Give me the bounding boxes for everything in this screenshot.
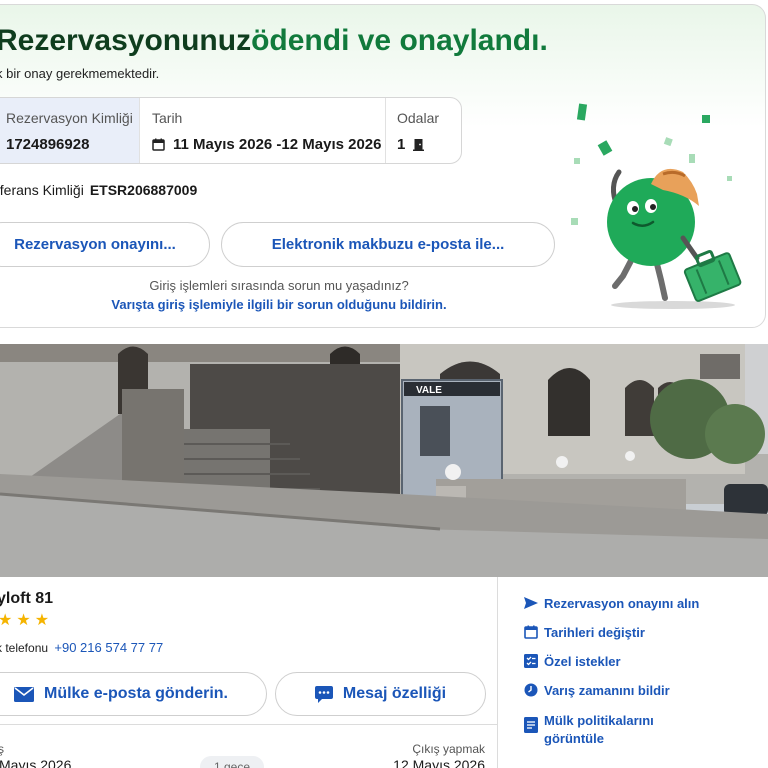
calendar-icon bbox=[524, 625, 538, 639]
email-property-button[interactable]: Mülke e-posta gönderin. bbox=[0, 672, 267, 716]
document-icon bbox=[524, 717, 538, 733]
checkout-date: 12 Mayıs 2026 bbox=[393, 757, 485, 768]
checkin-help-question: Giriş işlemleri sırasında sorun mu yaşad… bbox=[149, 278, 409, 293]
rooms-label: Odalar bbox=[397, 110, 440, 126]
side-arrival-time-label: Varış zamanını bildir bbox=[544, 683, 670, 698]
side-arrival-time[interactable]: Varış zamanını bildir bbox=[524, 682, 754, 700]
reservation-summary: Rezervasyon Kimliği 1724896928 Tarih 11 … bbox=[0, 97, 462, 164]
side-change-dates[interactable]: Tarihleri değiştir bbox=[524, 624, 754, 642]
confirmation-headline: Rezervasyonunuzödendi ve onaylandı. bbox=[0, 24, 548, 58]
chat-bubble-icon bbox=[314, 685, 333, 703]
reference-row: eferans Kimliği ETSR206887009 bbox=[0, 182, 197, 198]
date-cell: Tarih 11 Mayıs 2026 -12 Mayıs 2026 bbox=[139, 98, 385, 163]
phone-number-link[interactable]: +90 216 574 77 77 bbox=[54, 640, 163, 655]
door-icon bbox=[413, 139, 425, 151]
rooms-cell: Odalar 1 bbox=[385, 98, 461, 163]
reservation-id-value: 1724896928 bbox=[6, 136, 90, 153]
reservation-id-cell: Rezervasyon Kimliği 1724896928 bbox=[0, 98, 139, 163]
get-confirmation-button[interactable]: Rezervasyon onayını... bbox=[0, 222, 210, 267]
envelope-icon bbox=[13, 686, 34, 702]
date-value: 11 Mayıs 2026 -12 Mayıs 2026 bbox=[173, 136, 382, 153]
message-label: Mesaj özelliği bbox=[342, 685, 447, 702]
side-get-confirmation[interactable]: Rezervasyon onayını alın bbox=[524, 595, 754, 613]
send-icon bbox=[524, 597, 538, 609]
side-special-requests-label: Özel istekler bbox=[544, 654, 621, 669]
checkout-label: Çıkış yapmak bbox=[412, 742, 485, 756]
headline-part-2: ödendi ve onaylandı. bbox=[251, 24, 548, 57]
report-checkin-issue-link[interactable]: Varışta giriş işlemiyle ilgili bir sorun… bbox=[0, 297, 558, 312]
side-policies-label: Mülk politikalarını görüntüle bbox=[544, 713, 654, 746]
hotel-photo: VALE bbox=[0, 344, 768, 577]
divider bbox=[0, 724, 497, 725]
side-special-requests[interactable]: Özel istekler bbox=[524, 653, 754, 671]
phone-row: k telefonu +90 216 574 77 77 bbox=[0, 640, 163, 655]
column-divider bbox=[497, 577, 498, 768]
reservation-id-label: Rezervasyon Kimliği bbox=[6, 110, 133, 126]
headline-part-1: Rezervasyonunuz bbox=[0, 24, 252, 57]
side-get-confirmation-label: Rezervasyon onayını alın bbox=[544, 596, 700, 611]
checkin-date: Mayıs 2026 bbox=[0, 757, 72, 768]
rooms-value: 1 bbox=[397, 136, 406, 153]
side-change-dates-label: Tarihleri değiştir bbox=[544, 625, 645, 640]
checkin-label: ş bbox=[0, 742, 4, 756]
confirmation-subline: k bir onay gerekmemektedir. bbox=[0, 66, 160, 81]
star-rating: ★★★ bbox=[0, 612, 54, 629]
hotel-name: yloft 81 bbox=[0, 590, 54, 607]
date-label: Tarih bbox=[152, 110, 183, 126]
email-property-label: Mülke e-posta gönderin. bbox=[43, 685, 228, 702]
mascot-illustration bbox=[571, 103, 742, 309]
vale-sign-text: VALE bbox=[416, 385, 442, 396]
date-value-row: 11 Mayıs 2026 -12 Mayıs 2026 bbox=[152, 136, 382, 153]
nights-badge: 1 gece bbox=[200, 756, 264, 768]
reference-value: ETSR206887009 bbox=[89, 182, 198, 198]
email-receipt-button[interactable]: Elektronik makbuzu e-posta ile... bbox=[221, 222, 555, 267]
side-policies[interactable]: Mülk politikalarını görüntüle bbox=[524, 712, 754, 748]
rooms-value-row: 1 bbox=[397, 136, 425, 153]
clock-icon bbox=[524, 683, 538, 697]
message-button[interactable]: Mesaj özelliği bbox=[275, 672, 486, 716]
phone-label: k telefonu bbox=[0, 641, 49, 655]
reference-label: eferans Kimliği bbox=[0, 182, 84, 198]
calendar-icon bbox=[152, 138, 165, 151]
checklist-icon bbox=[524, 654, 538, 668]
